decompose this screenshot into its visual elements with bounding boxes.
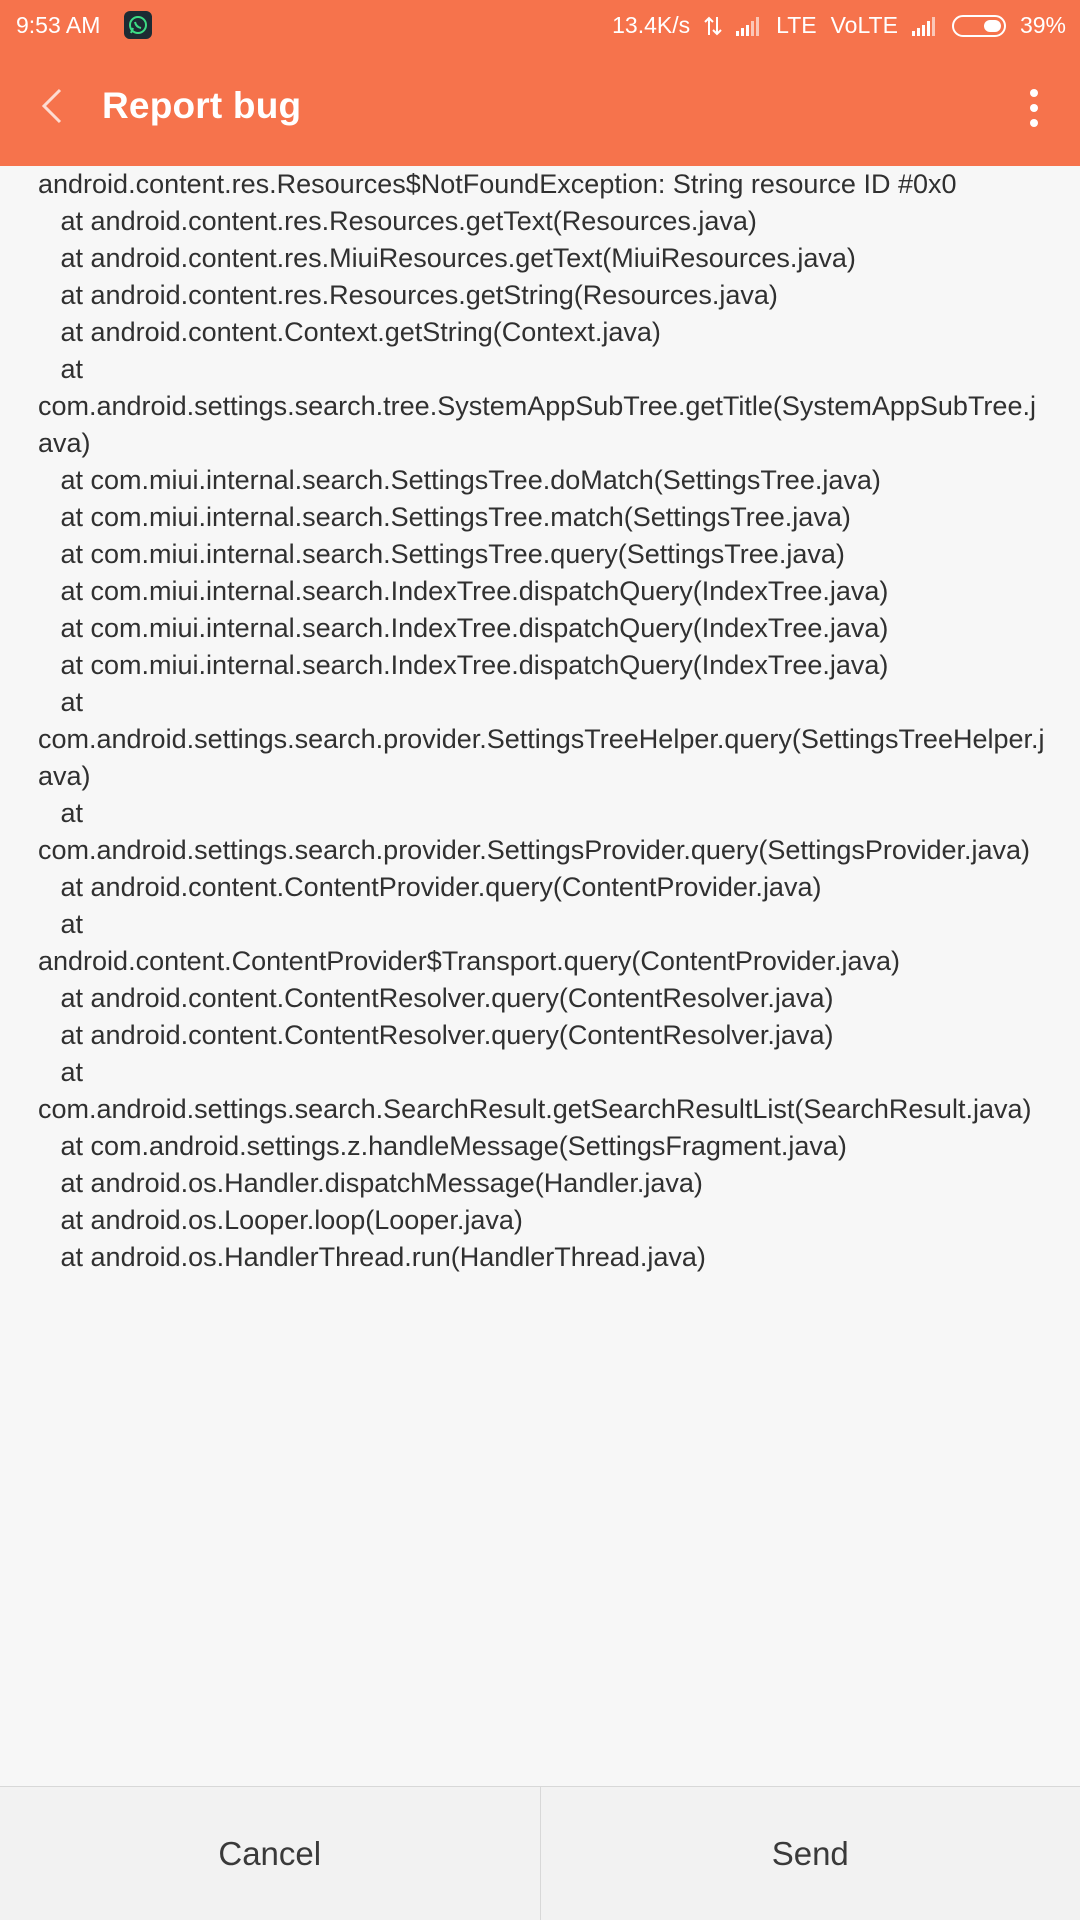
volte-label: VoLTE (830, 12, 898, 38)
send-button[interactable]: Send (541, 1787, 1080, 1920)
signal-icon-2 (911, 16, 938, 36)
status-bar: 9:53 AM 13.4K/s LTE VoLTE 39% (0, 0, 1080, 50)
net-speed: 13.4K/s (612, 12, 691, 38)
battery-icon (951, 14, 1006, 37)
stack-trace-text[interactable]: android.content.res.Resources$NotFoundEx… (38, 166, 1048, 1346)
more-options-button[interactable] (1014, 80, 1054, 136)
battery-fill (983, 19, 1001, 32)
back-button[interactable] (26, 80, 78, 136)
status-time: 9:53 AM (16, 12, 101, 38)
cancel-button[interactable]: Cancel (0, 1787, 540, 1920)
lte-label: LTE (776, 12, 817, 38)
signal-icon (736, 16, 762, 36)
app-bar: Report bug (0, 50, 1080, 166)
bug-report-content: android.content.res.Resources$NotFoundEx… (0, 166, 1080, 1786)
data-transfer-icon (704, 15, 722, 37)
whatsapp-icon (124, 11, 152, 39)
more-vertical-icon (1030, 89, 1038, 97)
action-bar: Cancel Send (0, 1786, 1080, 1920)
status-indicators: 13.4K/s LTE VoLTE 39% (612, 12, 1066, 39)
chevron-left-icon (40, 87, 64, 130)
battery-percent: 39% (1019, 12, 1066, 38)
page-title: Report bug (102, 85, 302, 126)
